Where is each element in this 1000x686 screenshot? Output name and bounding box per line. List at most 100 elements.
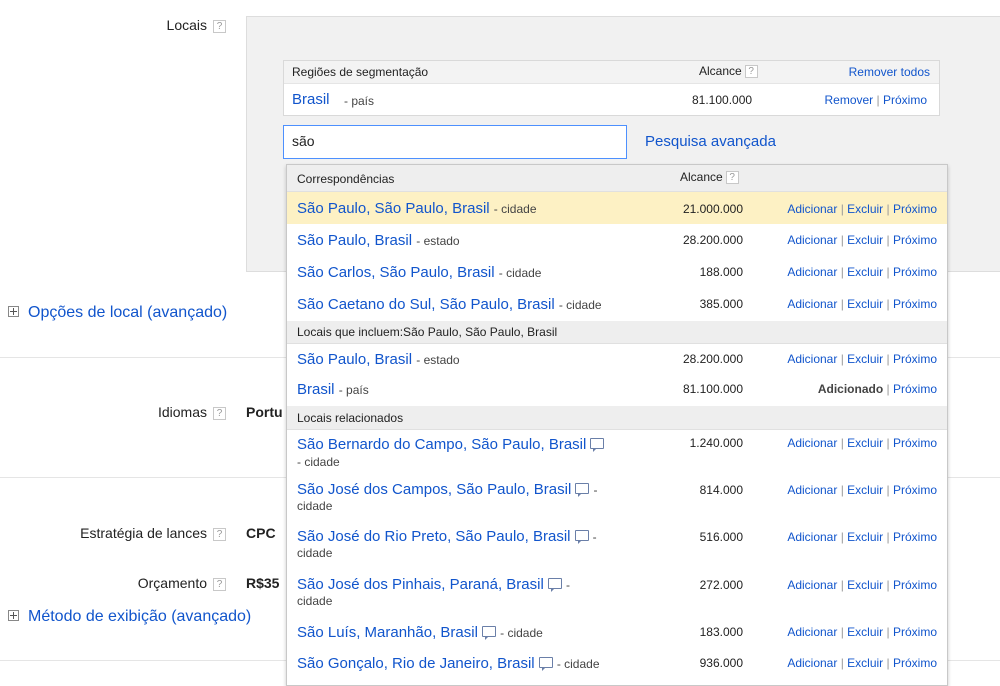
location-options-toggle[interactable]: Opções de local (avançado) xyxy=(8,304,227,322)
suggestion-row[interactable]: São Bernardo do Campo, São Paulo, Brasil… xyxy=(287,430,947,477)
add-link[interactable]: Adicionar xyxy=(787,530,837,544)
suggestion-row[interactable]: São José dos Campos, São Paulo, Brasil -… xyxy=(287,477,947,524)
location-options-label: Opções de local (avançado) xyxy=(28,304,228,321)
suggestion-name[interactable]: São José dos Campos, São Paulo, Brasil xyxy=(297,481,571,498)
suggestion-name[interactable]: São Caetano do Sul, São Paulo, Brasil xyxy=(297,296,555,313)
exclude-link[interactable]: Excluir xyxy=(847,530,883,544)
nearby-link[interactable]: Próximo xyxy=(893,233,937,247)
locations-label: Locais xyxy=(166,17,207,33)
exclude-link[interactable]: Excluir xyxy=(847,436,883,450)
reach-help-icon[interactable]: ? xyxy=(725,171,739,185)
nearby-link[interactable]: Próximo xyxy=(893,530,937,544)
remove-link[interactable]: Remover xyxy=(824,93,873,107)
targeted-region-actions: Remover | Próximo xyxy=(824,93,927,107)
suggestion-name[interactable]: São Paulo, Brasil xyxy=(297,351,412,368)
nearby-link[interactable]: Próximo xyxy=(893,656,937,670)
suggestion-name[interactable]: São José do Rio Preto, São Paulo, Brasil xyxy=(297,528,571,545)
add-link[interactable]: Adicionar xyxy=(787,436,837,450)
languages-label: Idiomas xyxy=(157,404,207,420)
budget-help-icon[interactable]: ? xyxy=(213,577,226,591)
add-link[interactable]: Adicionar xyxy=(787,352,837,366)
expand-plus-icon xyxy=(8,306,19,318)
suggestion-row[interactable]: São Gonçalo, Rio de Janeiro, Brasil - ci… xyxy=(287,648,947,680)
comment-icon xyxy=(575,482,590,497)
location-search-input[interactable]: são xyxy=(283,125,627,159)
locations-label-row: Locais? xyxy=(0,17,226,33)
including-section-label: Locais que incluem:São Paulo, São Paulo,… xyxy=(297,325,558,339)
targeted-region-row: Brasil - país 81.100.000 Remover | Próxi… xyxy=(284,84,939,114)
related-section-label: Locais relacionados xyxy=(297,411,404,425)
add-link[interactable]: Adicionar xyxy=(787,265,837,279)
exclude-link[interactable]: Excluir xyxy=(847,352,883,366)
suggestion-row[interactable]: São Luís, Maranhão, Brasil - cidade 183.… xyxy=(287,616,947,648)
including-section-header: Locais que incluem:São Paulo, São Paulo,… xyxy=(287,321,947,344)
suggestion-name[interactable]: São Paulo, São Paulo, Brasil xyxy=(297,200,490,217)
suggestion-name: Brasil xyxy=(297,381,335,398)
add-link[interactable]: Adicionar xyxy=(787,578,837,592)
suggestion-row[interactable]: São José dos Pinhais, Paraná, Brasil - c… xyxy=(287,572,947,616)
add-link[interactable]: Adicionar xyxy=(787,297,837,311)
languages-label-row: Idiomas? xyxy=(0,404,226,420)
nearby-link[interactable]: Próximo xyxy=(883,93,927,107)
targeted-regions-table: Regiões de segmentação Alcance? Remover … xyxy=(283,60,940,116)
matches-header: Correspondências Alcance? xyxy=(287,165,947,192)
comment-icon xyxy=(538,656,553,671)
comment-icon xyxy=(547,577,562,592)
matches-header-label: Correspondências xyxy=(297,172,395,186)
bidding-label: Estratégia de lances xyxy=(80,525,207,541)
nearby-link[interactable]: Próximo xyxy=(893,625,937,639)
exclude-link[interactable]: Excluir xyxy=(847,578,883,592)
add-link[interactable]: Adicionar xyxy=(787,625,837,639)
nearby-link[interactable]: Próximo xyxy=(893,202,937,216)
advanced-search-link[interactable]: Pesquisa avançada xyxy=(645,133,776,150)
nearby-link[interactable]: Próximo xyxy=(893,382,937,396)
targeted-regions-header: Regiões de segmentação Alcance? Remover … xyxy=(284,61,939,84)
exclude-link[interactable]: Excluir xyxy=(847,625,883,639)
exclude-link[interactable]: Excluir xyxy=(847,265,883,279)
targeted-region-type: - país xyxy=(344,94,375,108)
reach-help-icon[interactable]: ? xyxy=(744,65,758,79)
add-link[interactable]: Adicionar xyxy=(787,233,837,247)
suggestion-row[interactable]: São Paulo, São Paulo, Brasil - cidade 21… xyxy=(287,192,947,224)
suggestion-name[interactable]: São Carlos, São Paulo, Brasil xyxy=(297,264,495,281)
nearby-link[interactable]: Próximo xyxy=(893,483,937,497)
targeted-region-reach: 81.100.000 xyxy=(692,93,753,107)
bidding-help-icon[interactable]: ? xyxy=(213,527,226,541)
locations-help-icon[interactable]: ? xyxy=(213,19,226,33)
languages-help-icon[interactable]: ? xyxy=(213,406,226,420)
nearby-link[interactable]: Próximo xyxy=(893,578,937,592)
bidding-label-row: Estratégia de lances? xyxy=(0,525,226,541)
targeted-region-name[interactable]: Brasil xyxy=(292,91,330,108)
nearby-link[interactable]: Próximo xyxy=(893,436,937,450)
nearby-link[interactable]: Próximo xyxy=(893,265,937,279)
nearby-link[interactable]: Próximo xyxy=(893,352,937,366)
suggestion-name[interactable]: São Gonçalo, Rio de Janeiro, Brasil xyxy=(297,655,535,672)
bidding-value: CPC xyxy=(246,525,276,541)
suggestion-name[interactable]: São José dos Pinhais, Paraná, Brasil xyxy=(297,576,544,593)
suggestion-row[interactable]: São Paulo, Brasil - estado 28.200.000 Ad… xyxy=(287,344,947,375)
suggestion-name[interactable]: São Bernardo do Campo, São Paulo, Brasil xyxy=(297,436,586,453)
targeted-regions-col-name: Regiões de segmentação xyxy=(292,65,429,79)
add-link[interactable]: Adicionar xyxy=(787,483,837,497)
exclude-link[interactable]: Excluir xyxy=(847,483,883,497)
added-status: Adicionado xyxy=(817,382,884,396)
matches-header-reach: Alcance? xyxy=(680,170,739,185)
exclude-link[interactable]: Excluir xyxy=(847,656,883,670)
targeted-regions-col-reach: Alcance? xyxy=(699,64,758,79)
add-link[interactable]: Adicionar xyxy=(787,202,837,216)
budget-label-row: Orçamento? xyxy=(0,575,226,591)
suggestion-row[interactable]: São José do Rio Preto, São Paulo, Brasil… xyxy=(287,524,947,572)
suggestion-name[interactable]: São Luís, Maranhão, Brasil xyxy=(297,624,478,641)
delivery-method-toggle[interactable]: Método de exibição (avançado) xyxy=(8,608,251,626)
exclude-link[interactable]: Excluir xyxy=(847,202,883,216)
suggestion-row[interactable]: São Carlos, São Paulo, Brasil - cidade 1… xyxy=(287,256,947,288)
suggestion-name[interactable]: São Paulo, Brasil xyxy=(297,232,412,249)
suggestion-row[interactable]: São Caetano do Sul, São Paulo, Brasil - … xyxy=(287,288,947,321)
exclude-link[interactable]: Excluir xyxy=(847,233,883,247)
suggestion-row[interactable]: São Paulo, Brasil - estado 28.200.000 Ad… xyxy=(287,224,947,256)
remove-all-link[interactable]: Remover todos xyxy=(849,65,930,79)
exclude-link[interactable]: Excluir xyxy=(847,297,883,311)
nearby-link[interactable]: Próximo xyxy=(893,297,937,311)
add-link[interactable]: Adicionar xyxy=(787,656,837,670)
location-suggestions-dropdown: Correspondências Alcance? São Paulo, São… xyxy=(286,164,948,686)
